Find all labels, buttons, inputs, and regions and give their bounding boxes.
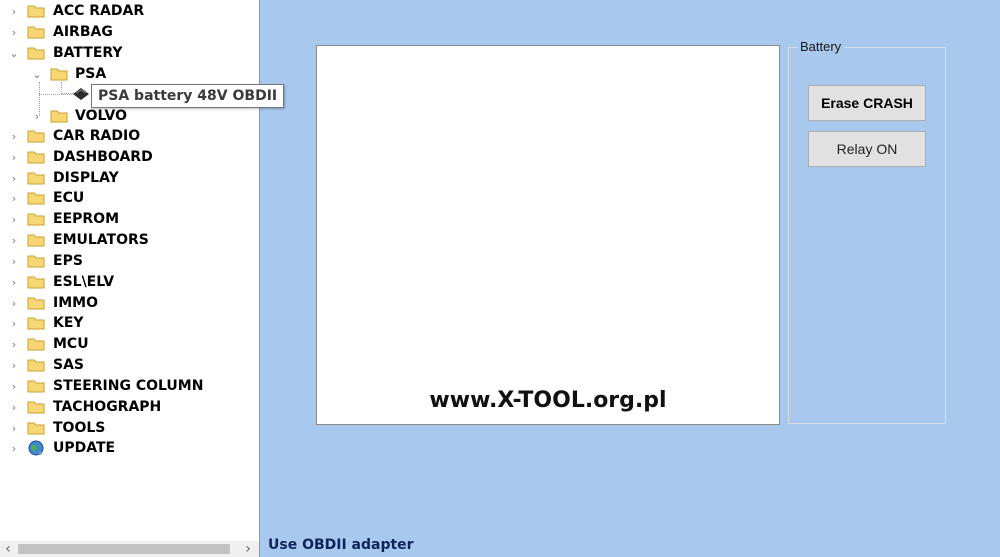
watermark-text: www.X-TOOL.org.pl xyxy=(429,388,667,413)
tree-item-airbag[interactable]: › AIRBAG xyxy=(0,22,255,42)
tree-item-label: DISPLAY xyxy=(53,170,119,186)
relay-on-button[interactable]: Relay ON xyxy=(808,131,926,167)
tree-item-label: EPS xyxy=(53,253,83,269)
tree-item-emulators[interactable]: › EMULATORS xyxy=(0,230,255,250)
tree-item-label: KEY xyxy=(53,315,84,331)
folder-icon xyxy=(27,151,45,164)
folder-icon xyxy=(27,276,45,289)
tree-item-display[interactable]: › DISPLAY xyxy=(0,168,255,188)
tree-item-label: UPDATE xyxy=(53,440,116,456)
chevron-right-icon[interactable]: › xyxy=(8,418,20,438)
tree-item-label: EEPROM xyxy=(53,211,120,227)
tree-item-steering-column[interactable]: › STEERING COLUMN xyxy=(0,376,255,396)
tree-item-update[interactable]: › UPDATE xyxy=(0,438,255,458)
folder-open-icon xyxy=(27,47,45,60)
chevron-right-icon[interactable]: › xyxy=(8,438,20,458)
chevron-down-icon[interactable]: ⌄ xyxy=(8,43,20,63)
tooltip: PSA battery 48V OBDII xyxy=(91,84,285,108)
chip-icon xyxy=(73,88,89,100)
folder-open-icon xyxy=(50,68,68,81)
globe-icon xyxy=(28,440,44,456)
tree-item-battery[interactable]: ⌄ BATTERY xyxy=(0,43,255,63)
tree-item-label: STEERING COLUMN xyxy=(53,378,204,394)
tree-item-tachograph[interactable]: › TACHOGRAPH xyxy=(0,397,255,417)
tree-item-label: TACHOGRAPH xyxy=(53,399,162,415)
tree-item-label: TOOLS xyxy=(53,420,106,436)
tree-item-label: DASHBOARD xyxy=(53,149,153,165)
scroll-right-icon[interactable]: › xyxy=(240,541,256,557)
battery-group-title: Battery xyxy=(797,39,845,54)
folder-icon xyxy=(27,130,45,143)
folder-icon xyxy=(27,255,45,268)
output-panel[interactable]: www.X-TOOL.org.pl xyxy=(316,45,780,425)
chevron-right-icon[interactable]: › xyxy=(8,397,20,417)
chevron-down-icon[interactable]: ⌄ xyxy=(31,64,43,84)
chevron-right-icon[interactable]: › xyxy=(8,334,20,354)
scroll-left-icon[interactable]: ‹ xyxy=(0,541,16,557)
chevron-right-icon[interactable]: › xyxy=(8,376,20,396)
tree-item-label: CAR RADIO xyxy=(53,128,141,144)
tree-item-label: SAS xyxy=(53,357,85,373)
chevron-right-icon[interactable]: › xyxy=(31,106,43,126)
chevron-right-icon[interactable]: › xyxy=(8,22,20,42)
chevron-right-icon[interactable]: › xyxy=(8,230,20,250)
tree-item-label: EMULATORS xyxy=(53,232,149,248)
tree-item-mcu[interactable]: › MCU xyxy=(0,334,255,354)
folder-icon xyxy=(27,380,45,393)
folder-icon xyxy=(50,110,68,123)
folder-icon xyxy=(27,422,45,435)
tree-item-eps[interactable]: › EPS xyxy=(0,251,255,271)
tree-item-label: MCU xyxy=(53,336,89,352)
tree-item-label: ESL\ELV xyxy=(53,274,115,290)
chevron-right-icon[interactable]: › xyxy=(8,293,20,313)
tree-item-ecu[interactable]: › ECU xyxy=(0,188,255,208)
chevron-right-icon[interactable]: › xyxy=(8,251,20,271)
tree-item-eeprom[interactable]: › EEPROM xyxy=(0,209,255,229)
tree-item-acc-radar[interactable]: › ACC RADAR xyxy=(0,1,255,21)
tree-item-tools[interactable]: › TOOLS xyxy=(0,418,255,438)
folder-icon xyxy=(27,234,45,247)
tree-item-label: IMMO xyxy=(53,295,98,311)
folder-icon xyxy=(27,192,45,205)
tree-item-label: VOLVO xyxy=(75,108,127,124)
tree-item-car-radio[interactable]: › CAR RADIO xyxy=(0,126,255,146)
folder-icon xyxy=(27,26,45,39)
chevron-right-icon[interactable]: › xyxy=(8,355,20,375)
tree-item-psa[interactable]: ⌄ PSA xyxy=(0,64,255,84)
folder-icon xyxy=(27,359,45,372)
tree-item-psa-battery-48v[interactable] xyxy=(70,84,92,104)
folder-icon xyxy=(27,297,45,310)
folder-icon xyxy=(27,401,45,414)
erase-crash-button[interactable]: Erase CRASH xyxy=(808,85,926,121)
folder-icon xyxy=(27,5,45,18)
tree-item-immo[interactable]: › IMMO xyxy=(0,293,255,313)
folder-icon xyxy=(27,317,45,330)
chevron-right-icon[interactable]: › xyxy=(8,272,20,292)
horizontal-scrollbar[interactable]: ‹ › xyxy=(0,541,259,557)
tree-item-sas[interactable]: › SAS xyxy=(0,355,255,375)
folder-icon xyxy=(27,338,45,351)
tree-item-label: PSA xyxy=(75,66,107,82)
chevron-right-icon[interactable]: › xyxy=(8,1,20,21)
chevron-right-icon[interactable]: › xyxy=(8,147,20,167)
tree-item-label: ECU xyxy=(53,190,85,206)
tree-item-dashboard[interactable]: › DASHBOARD xyxy=(0,147,255,167)
tree-item-esl-elv[interactable]: › ESL\ELV xyxy=(0,272,255,292)
chevron-right-icon[interactable]: › xyxy=(8,188,20,208)
chevron-right-icon[interactable]: › xyxy=(8,313,20,333)
status-text: Use OBDII adapter xyxy=(268,537,414,553)
tree-item-label: AIRBAG xyxy=(53,24,113,40)
tree-item-label: ACC RADAR xyxy=(53,3,145,19)
chevron-right-icon[interactable]: › xyxy=(8,209,20,229)
folder-icon xyxy=(27,172,45,185)
tree-item-volvo[interactable]: › VOLVO xyxy=(0,106,255,126)
folder-icon xyxy=(27,213,45,226)
chevron-right-icon[interactable]: › xyxy=(8,168,20,188)
chevron-right-icon[interactable]: › xyxy=(8,126,20,146)
scrollbar-thumb[interactable] xyxy=(18,544,230,554)
tree-item-label: BATTERY xyxy=(53,45,123,61)
tree-item-key[interactable]: › KEY xyxy=(0,313,255,333)
